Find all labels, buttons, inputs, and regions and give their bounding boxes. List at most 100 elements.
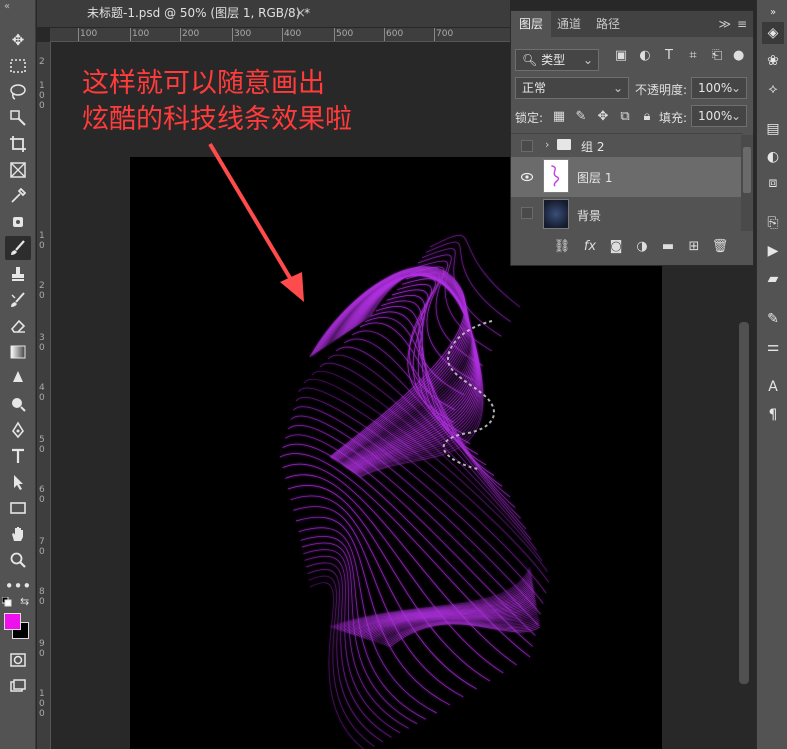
- ruler-label: 1: [39, 689, 45, 699]
- layer-row-background[interactable]: 背景: [511, 197, 743, 231]
- shape-filter-icon[interactable]: ⌗: [685, 48, 701, 64]
- move-tool-icon[interactable]: ✥: [5, 28, 31, 52]
- panel-expand-icon[interactable]: ≫: [718, 17, 731, 31]
- filter-toggle-icon[interactable]: ●: [733, 48, 744, 64]
- visibility-toggle[interactable]: [521, 207, 533, 219]
- crop-tool-icon[interactable]: [5, 132, 31, 156]
- character-panel-icon[interactable]: A: [762, 376, 784, 398]
- smart-object-filter-icon[interactable]: ⎗: [709, 48, 725, 64]
- lock-image-icon[interactable]: ✎: [573, 109, 589, 125]
- layer-thumbnail: [543, 159, 569, 193]
- tab-layers[interactable]: 图层: [511, 11, 552, 37]
- history-brush-tool-icon[interactable]: [5, 288, 31, 312]
- new-layer-icon[interactable]: ⊞: [685, 239, 703, 254]
- rail-collapse-icon[interactable]: »: [762, 2, 784, 24]
- ruler-label: 600: [383, 28, 404, 41]
- visibility-toggle[interactable]: [521, 140, 533, 152]
- layer-name: 组 2: [581, 140, 605, 154]
- ribbon-strand: [304, 555, 401, 734]
- pixel-filter-icon[interactable]: ▣: [613, 48, 629, 64]
- tab-paths[interactable]: 路径: [588, 11, 628, 37]
- ruler-label: 0: [39, 445, 45, 455]
- properties-panel-icon[interactable]: ⧈: [762, 172, 784, 194]
- blend-mode-dropdown[interactable]: 正常 ⌄: [515, 77, 629, 99]
- blur-tool-icon[interactable]: [5, 366, 31, 390]
- zoom-tool-icon[interactable]: [5, 548, 31, 572]
- path-selection-tool-icon[interactable]: [5, 470, 31, 494]
- canvas-vertical-scrollbar[interactable]: [739, 322, 749, 684]
- brush-tool-icon[interactable]: [5, 236, 31, 260]
- new-group-icon[interactable]: ▬: [659, 239, 677, 254]
- brush-presets-icon[interactable]: ⚌: [762, 336, 784, 358]
- ribbon-strand: [308, 575, 375, 747]
- ribbon-strand: [303, 379, 548, 572]
- default-colors-icon[interactable]: [1, 596, 12, 607]
- close-tab-icon[interactable]: ×: [295, 0, 306, 27]
- layers-scrollbar[interactable]: [741, 135, 753, 231]
- comments-panel-icon[interactable]: ▰: [762, 268, 784, 290]
- gradient-tool-icon[interactable]: [5, 340, 31, 364]
- tab-channels[interactable]: 通道: [549, 11, 589, 37]
- history-panel-icon[interactable]: ⎘: [762, 212, 784, 234]
- eye-icon[interactable]: [520, 171, 534, 183]
- chevron-down-icon: ⌄: [612, 81, 623, 95]
- dodge-tool-icon[interactable]: [5, 392, 31, 416]
- swap-colors-icon[interactable]: ⇆: [20, 595, 29, 608]
- lock-position-icon[interactable]: ✥: [595, 109, 611, 125]
- quick-selection-tool-icon[interactable]: [5, 106, 31, 130]
- frame-tool-icon[interactable]: [5, 158, 31, 182]
- eraser-tool-icon[interactable]: [5, 314, 31, 338]
- opacity-field[interactable]: 100% ⌄: [691, 77, 747, 99]
- chevron-right-icon[interactable]: ›: [545, 138, 549, 151]
- type-tool-icon[interactable]: [5, 444, 31, 468]
- ruler-label: 200: [179, 28, 200, 41]
- clone-stamp-tool-icon[interactable]: [5, 262, 31, 286]
- lock-artboard-icon[interactable]: ⧉: [617, 109, 633, 125]
- add-mask-icon[interactable]: ◙: [607, 239, 625, 254]
- lock-transparent-icon[interactable]: ▦: [551, 109, 567, 125]
- pen-tool-icon[interactable]: [5, 418, 31, 442]
- adjustments-panel-icon[interactable]: ◐: [762, 146, 784, 168]
- libraries-panel-icon[interactable]: ▤: [762, 118, 784, 140]
- ruler-label: 0: [39, 343, 45, 353]
- lock-all-icon[interactable]: 🔒︎: [639, 109, 655, 125]
- actions-play-icon[interactable]: ▶: [762, 240, 784, 262]
- layer-style-fx-icon[interactable]: fx: [581, 239, 599, 254]
- quick-mask-icon[interactable]: [5, 648, 31, 672]
- link-layers-icon[interactable]: ⛓: [553, 239, 571, 254]
- brush-settings-icon[interactable]: ✎: [762, 308, 784, 330]
- ruler-label: 7: [39, 537, 45, 547]
- foreground-color-swatch[interactable]: [4, 613, 21, 630]
- adjustment-filter-icon[interactable]: ◐: [637, 48, 653, 64]
- lasso-tool-icon[interactable]: [5, 80, 31, 104]
- adjustment-layer-icon[interactable]: ◑: [633, 239, 651, 254]
- layer-row-layer-1[interactable]: 图层 1: [511, 157, 743, 197]
- paragraph-panel-icon[interactable]: ¶: [762, 404, 784, 426]
- delete-layer-icon[interactable]: 🗑︎: [711, 239, 729, 254]
- opacity-value: 100%: [698, 81, 733, 95]
- toolbar-collapse-icon[interactable]: «: [0, 0, 36, 22]
- ruler-label: 4: [39, 383, 45, 393]
- ruler-label: 3: [39, 333, 45, 343]
- document-tab[interactable]: 未标题-1.psd @ 50% (图层 1, RGB/8) *: [79, 0, 319, 27]
- ribbon-strand: [322, 271, 470, 462]
- eyedropper-tool-icon[interactable]: [5, 184, 31, 208]
- hand-tool-icon[interactable]: [5, 522, 31, 546]
- screen-mode-icon[interactable]: [5, 674, 31, 698]
- marquee-tool-icon[interactable]: [5, 54, 31, 78]
- healing-brush-tool-icon[interactable]: [5, 210, 31, 234]
- tutorial-annotation: 这样就可以随意画出 炫酷的科技线条效果啦: [82, 66, 352, 138]
- panel-menu-icon[interactable]: ≡: [737, 17, 747, 31]
- fill-field[interactable]: 100% ⌄: [691, 105, 747, 127]
- layers-panel-icon[interactable]: ◈: [762, 22, 784, 44]
- layer-filter-dropdown[interactable]: 🔍︎ 类型 ⌄: [515, 49, 599, 71]
- fill-label: 填充:: [659, 111, 688, 125]
- scrollbar-thumb[interactable]: [743, 147, 751, 193]
- type-filter-icon[interactable]: T: [661, 48, 677, 64]
- ruler-label: 8: [39, 587, 45, 597]
- color-panel-icon[interactable]: ❀: [762, 50, 784, 72]
- paths-panel-icon[interactable]: ⟡: [762, 78, 784, 100]
- ruler-label: 700: [433, 28, 454, 41]
- rectangle-tool-icon[interactable]: [5, 496, 31, 520]
- layer-row-group-2[interactable]: › 组 2: [511, 133, 743, 157]
